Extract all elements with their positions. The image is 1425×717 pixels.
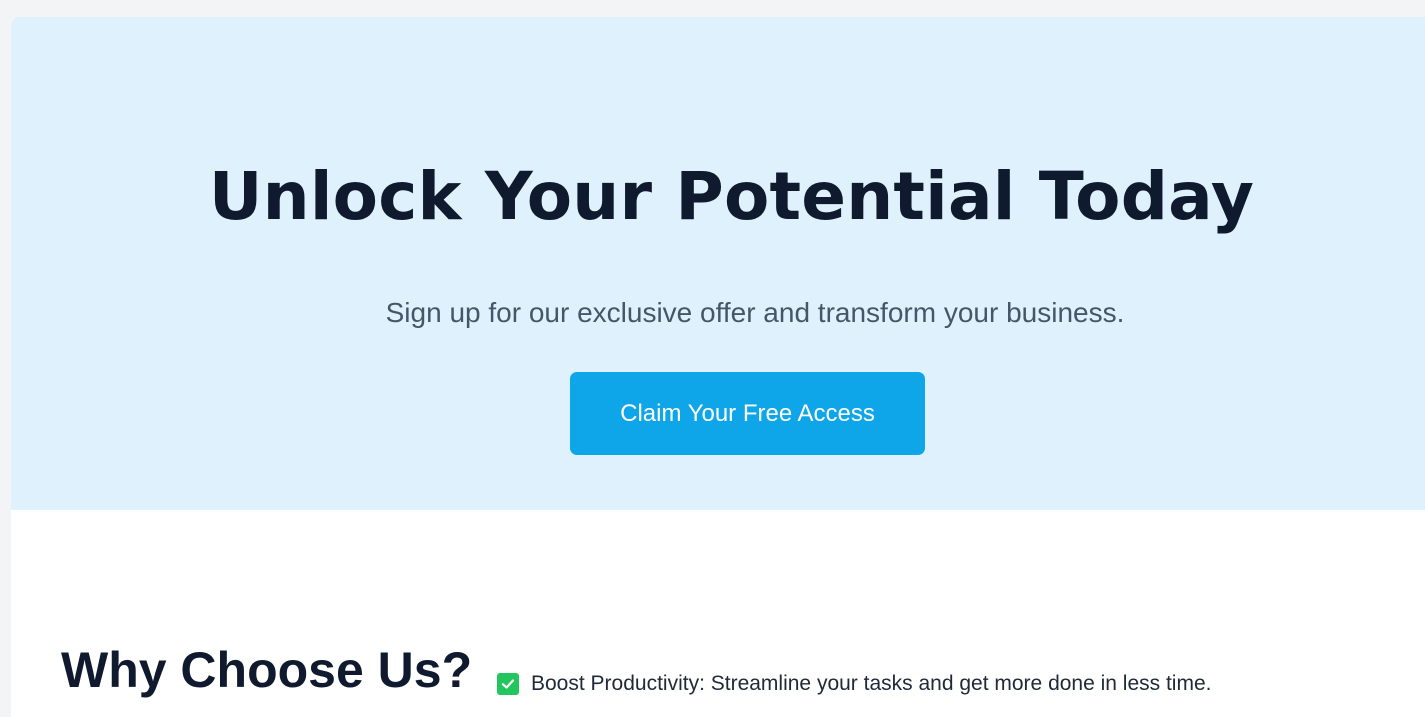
feature-text: Boost Productivity: Streamline your task… [531, 672, 1212, 695]
hero-section: Unlock Your Potential Today Sign up for … [11, 17, 1425, 510]
feature-item-boost-productivity: Boost Productivity: Streamline your task… [497, 671, 1211, 697]
hero-title: Unlock Your Potential Today [208, 158, 1255, 235]
check-mark-icon [497, 673, 519, 695]
landing-page: Unlock Your Potential Today Sign up for … [11, 17, 1425, 717]
why-choose-us-heading: Why Choose Us? [61, 642, 473, 698]
claim-free-access-button[interactable]: Claim Your Free Access [570, 372, 925, 455]
hero-subtitle: Sign up for our exclusive offer and tran… [385, 297, 1125, 328]
